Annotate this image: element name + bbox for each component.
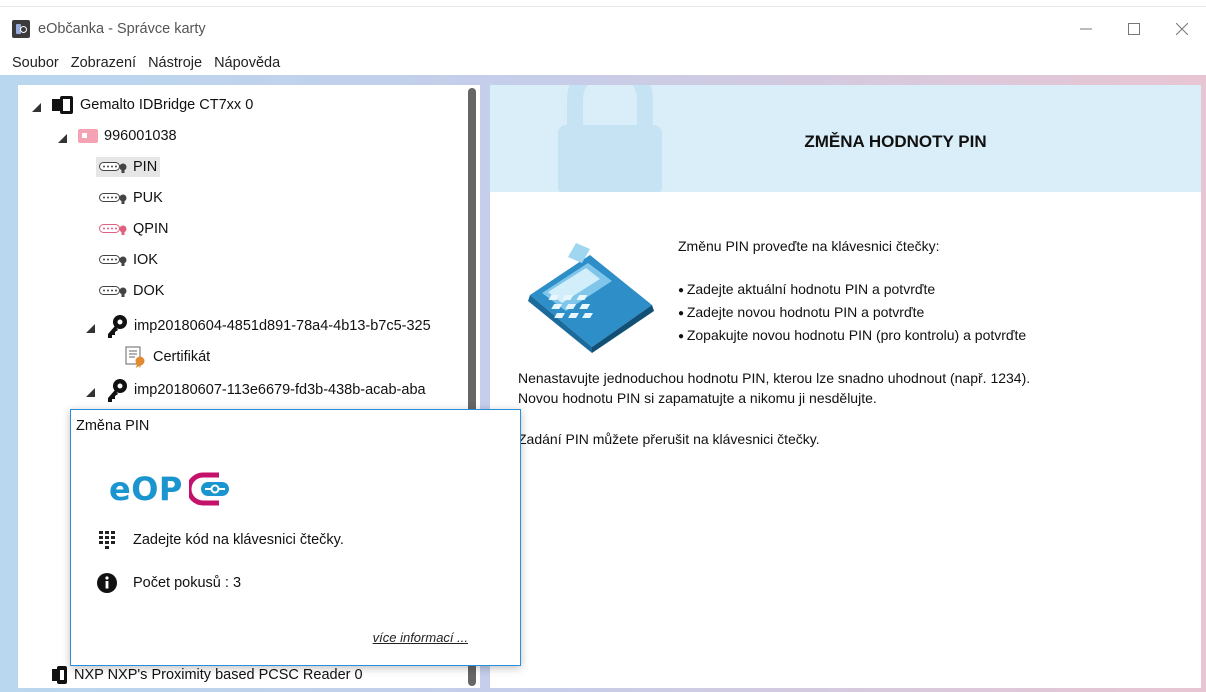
- tree-item-cert-group-2[interactable]: imp20180607-113e6679-fd3b-438b-acab-aba: [86, 376, 426, 404]
- interrupt-note: Zadání PIN můžete přerušit na klávesnici…: [518, 431, 820, 447]
- pin-key-icon: [99, 193, 127, 204]
- tree-item-puk[interactable]: PUK: [99, 184, 163, 212]
- menu-soubor[interactable]: Soubor: [6, 55, 65, 71]
- id-card-icon: [78, 129, 98, 143]
- info-icon: [97, 573, 117, 593]
- tree-label-dok: DOK: [133, 283, 165, 299]
- expand-arrow-icon[interactable]: [86, 321, 96, 333]
- tree-label-pin: PIN: [133, 159, 158, 175]
- more-info-link[interactable]: více informací ...: [373, 630, 468, 645]
- tree-label-cert-group-1: imp20180604-4851d891-78a4-4b13-b7c5-325: [134, 318, 431, 334]
- key-icon: [108, 315, 127, 338]
- tree-item-certificate[interactable]: Certifikát: [125, 343, 210, 371]
- tree-label-reader: Gemalto IDBridge CT7xx 0: [80, 97, 254, 113]
- tree-label-qpin: QPIN: [133, 221, 169, 237]
- pin-key-icon: [99, 162, 127, 173]
- pin-key-icon: [99, 286, 127, 297]
- warning-line: Novou hodnotu PIN si zapamatujte a nikom…: [518, 390, 877, 406]
- instructions-intro: Změnu PIN proveďte na klávesnici čtečky:: [678, 238, 940, 254]
- tree-item-reader[interactable]: Gemalto IDBridge CT7xx 0: [32, 91, 253, 119]
- tree-label-certificate: Certifikát: [153, 349, 211, 365]
- eop-logo-text: eOP: [109, 470, 183, 508]
- tree-label-cert-group-2: imp20180607-113e6679-fd3b-438b-acab-aba: [134, 382, 426, 398]
- expand-arrow-icon[interactable]: [86, 385, 96, 397]
- tree-item-dok[interactable]: DOK: [99, 277, 164, 305]
- page-title: ZMĚNA HODNOTY PIN: [804, 132, 987, 151]
- card-reader-icon: [52, 666, 67, 684]
- tree-item-pin[interactable]: PIN: [96, 153, 161, 181]
- security-warning: Nenastavujte jednoduchou hodnotu PIN, kt…: [518, 368, 1030, 408]
- window-title: eObčanka - Správce karty: [38, 21, 206, 37]
- dialog-title: Změna PIN: [76, 418, 150, 434]
- close-button[interactable]: [1158, 8, 1206, 50]
- eop-logo: eOP: [109, 470, 231, 508]
- app-icon: [12, 20, 30, 38]
- content-pane: ZMĚNA HODNOTY PIN Změnu PIN proveďte na …: [490, 85, 1201, 688]
- tree-label-puk: PUK: [133, 190, 163, 206]
- expand-arrow-icon[interactable]: [58, 131, 68, 143]
- tree-item-cert-group-1[interactable]: imp20180604-4851d891-78a4-4b13-b7c5-325: [86, 312, 431, 340]
- instruction-step: Zadejte aktuální hodnotu PIN a potvrďte: [678, 279, 1026, 302]
- tree-item-card[interactable]: 996001038: [58, 122, 177, 150]
- card-reader-icon: [52, 96, 73, 114]
- minimize-button[interactable]: [1062, 8, 1110, 50]
- content-banner: ZMĚNA HODNOTY PIN: [490, 85, 1201, 192]
- maximize-button[interactable]: [1110, 8, 1158, 50]
- certificate-icon: [125, 346, 145, 368]
- title-bar[interactable]: eObčanka - Správce karty: [0, 8, 1206, 50]
- keypad-icon: [97, 530, 117, 550]
- pin-key-icon: [99, 255, 127, 266]
- keypad-prompt-text: Zadejte kód na klávesnici čtečky.: [133, 532, 344, 548]
- instruction-step: Zadejte novou hodnotu PIN a potvrďte: [678, 302, 1026, 325]
- tree-item-iok[interactable]: IOK: [99, 246, 158, 274]
- menu-nastroje[interactable]: Nástroje: [142, 55, 208, 71]
- attempts-info: Počet pokusů : 3: [97, 573, 241, 593]
- qpin-key-icon: [99, 224, 127, 235]
- tree-selection: PIN: [96, 157, 161, 177]
- payment-terminal-icon: [528, 243, 654, 353]
- instructions-list: Zadejte aktuální hodnotu PIN a potvrďte …: [678, 279, 1026, 348]
- window-controls: [1062, 8, 1206, 50]
- pin-change-dialog: Změna PIN eOP Zadejte kód na klávesnici …: [70, 409, 521, 666]
- attempts-text: Počet pokusů : 3: [133, 575, 242, 591]
- expand-arrow-icon[interactable]: [32, 100, 42, 112]
- maximize-icon: [1128, 23, 1140, 35]
- tree-item-qpin[interactable]: QPIN: [99, 215, 168, 243]
- tree-label-card: 996001038: [104, 128, 177, 144]
- tree-label-iok: IOK: [133, 252, 158, 268]
- background-window-strip: [0, 0, 1206, 8]
- warning-line: Nenastavujte jednoduchou hodnotu PIN, kt…: [518, 370, 1031, 386]
- menu-bar: Soubor Zobrazení Nástroje Nápověda: [0, 50, 1206, 75]
- menu-zobrazeni[interactable]: Zobrazení: [65, 55, 142, 71]
- instruction-step: Zopakujte novou hodnotu PIN (pro kontrol…: [678, 325, 1026, 348]
- minimize-icon: [1080, 28, 1092, 30]
- menu-napoveda[interactable]: Nápověda: [208, 55, 286, 71]
- eop-logo-icon: [188, 472, 229, 506]
- key-icon: [108, 379, 127, 402]
- close-icon: [1176, 23, 1188, 35]
- keypad-prompt: Zadejte kód na klávesnici čtečky.: [97, 530, 344, 550]
- tree-label-reader-2: NXP NXP's Proximity based PCSC Reader 0: [74, 667, 363, 683]
